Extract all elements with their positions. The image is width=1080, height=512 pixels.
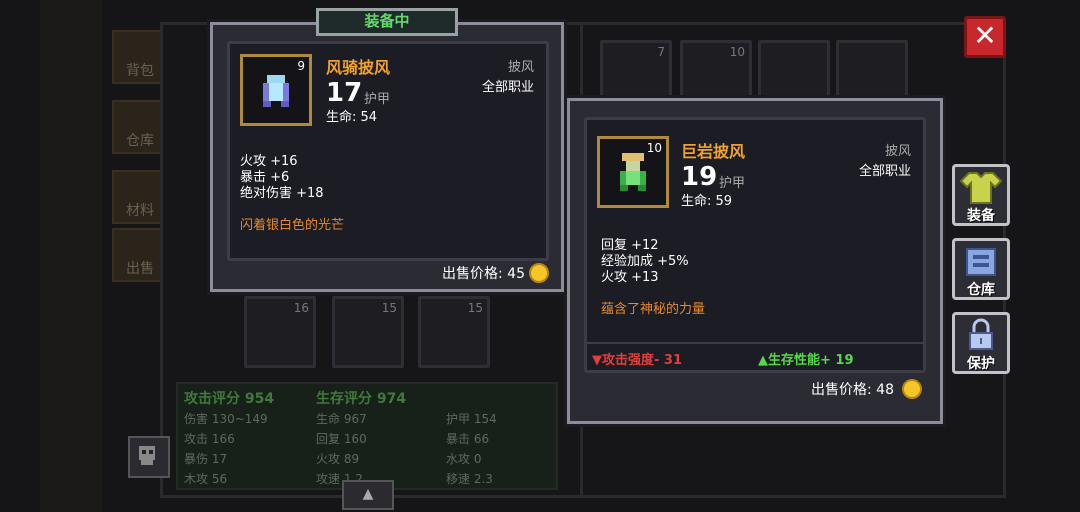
item-type: 披风: [507, 60, 534, 75]
shirt-icon: [959, 172, 1003, 204]
stat-cell: 暴击 66: [446, 432, 490, 446]
protect-button[interactable]: 保护: [952, 312, 1010, 374]
armor-label: 护甲: [719, 176, 746, 191]
sell-price: 出售价格: 48: [811, 382, 894, 398]
equipped-tooltip: 9 风骑披风 披风 全部职业 17 护甲 生命: 54 火攻 +16 暴击 +6…: [210, 22, 564, 292]
equip-button[interactable]: 装备: [952, 164, 1010, 226]
slot-level: 7: [657, 45, 665, 59]
tab-materials-label: 材料: [126, 203, 154, 219]
stats-summary: 攻击评分 954 生存评分 974 伤害 130~149 生命 967 护甲 1…: [176, 382, 558, 490]
tab-sell-label: 出售: [126, 261, 154, 277]
equipped-item-slot: 9: [240, 54, 312, 126]
slot-level: 10: [729, 45, 745, 59]
warehouse-icon: [966, 248, 996, 276]
stat-cell: 生命 967: [316, 412, 367, 426]
equip-button-label: 装备: [967, 208, 995, 224]
stat-cell: 护甲 154: [446, 412, 497, 426]
warehouse-button[interactable]: 仓库: [952, 238, 1010, 300]
item-name: 风骑披风: [326, 58, 391, 77]
background-strip: [40, 0, 102, 512]
armor-label: 护甲: [364, 92, 391, 107]
hp-line: 生命: 54: [326, 110, 378, 125]
flavor-text: 闪着银白色的光芒: [240, 218, 345, 233]
item-name: 巨岩披风: [681, 142, 746, 161]
divider: [587, 342, 923, 344]
inventory-slot[interactable]: 15: [332, 296, 404, 368]
equipped-tag: 装备中: [316, 8, 458, 36]
coin-icon: [902, 379, 922, 399]
item-level: 10: [646, 141, 662, 155]
coin-icon: [529, 263, 549, 283]
lock-icon: [969, 318, 993, 350]
survive-diff: ▲生存性能+ 19: [758, 353, 854, 368]
stat-cell: 暴伤 17: [184, 452, 228, 466]
stat-cell: 回复 160: [316, 432, 367, 446]
survive-score: 生存评分 974: [316, 391, 407, 407]
inventory-slot[interactable]: 15: [418, 296, 490, 368]
chevron-up-icon: ▲: [362, 486, 374, 502]
skull-icon: [139, 446, 155, 465]
item-level: 9: [297, 59, 305, 73]
compare-tooltip: 10 巨岩披风 披风 全部职业 19 护甲 生命: 59 回复 +12 经验加成…: [567, 98, 943, 424]
stat-cell: 木攻 56: [184, 472, 228, 486]
slot-level: 16: [293, 301, 309, 315]
expand-arrow-button[interactable]: ▲: [342, 480, 394, 510]
flavor-text: 蕴含了神秘的力量: [601, 302, 706, 317]
item-class: 全部职业: [858, 164, 911, 179]
bonus-line: 火攻 +13: [601, 270, 659, 285]
stat-cell: 水攻 0: [446, 452, 482, 466]
inventory-slot[interactable]: 16: [244, 296, 316, 368]
warehouse-button-label: 仓库: [967, 282, 995, 298]
bonus-line: 绝对伤害 +18: [240, 186, 324, 201]
compare-inner: 10 巨岩披风 披风 全部职业 19 护甲 生命: 59 回复 +12 经验加成…: [584, 117, 926, 373]
sell-price: 出售价格: 45: [442, 266, 525, 282]
tab-warehouse-label: 仓库: [126, 133, 154, 149]
item-type: 披风: [884, 144, 911, 159]
monster-button[interactable]: [128, 436, 170, 478]
attack-diff: ▼攻击强度- 31: [592, 353, 683, 368]
equipped-inner: 9 风骑披风 披风 全部职业 17 护甲 生命: 54 火攻 +16 暴击 +6…: [227, 41, 549, 261]
item-class: 全部职业: [481, 80, 534, 95]
attack-score: 攻击评分 954: [184, 391, 275, 407]
slot-level: 15: [381, 301, 397, 315]
stat-cell: 伤害 130~149: [184, 412, 268, 426]
protect-button-label: 保护: [967, 356, 995, 372]
armor-value: 19: [681, 162, 718, 192]
slot-level: 15: [467, 301, 483, 315]
stat-cell: 火攻 89: [316, 452, 360, 466]
stat-cell: 攻击 166: [184, 432, 235, 446]
armor-value: 17: [326, 78, 363, 108]
hp-line: 生命: 59: [681, 194, 733, 209]
stat-cell: 移速 2.3: [446, 472, 493, 486]
close-button[interactable]: ✕: [964, 16, 1006, 58]
close-icon: ✕: [973, 19, 997, 52]
tab-backpack-label: 背包: [126, 63, 154, 79]
compare-item-slot: 10: [597, 136, 669, 208]
